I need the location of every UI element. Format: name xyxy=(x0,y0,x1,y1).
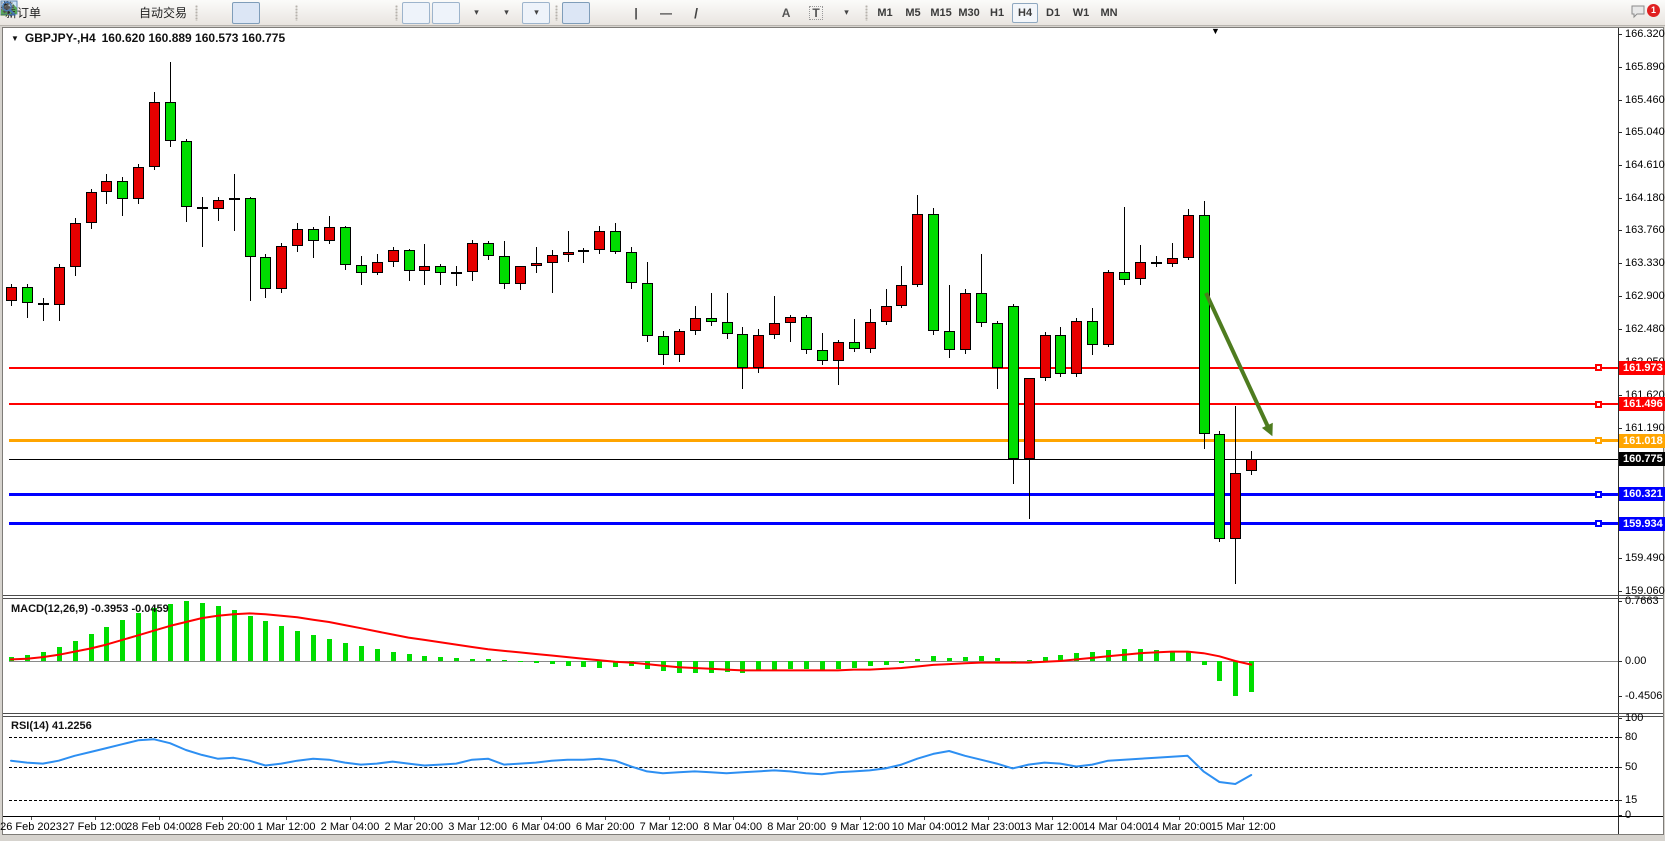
text-tool-icon: A xyxy=(782,6,791,20)
search-icon xyxy=(0,0,16,16)
timeframe-button-h1[interactable]: H1 xyxy=(984,3,1010,23)
notification-badge: 1 xyxy=(1647,4,1660,17)
arrow-annotation[interactable] xyxy=(1206,293,1269,429)
toolbar-grip xyxy=(863,5,869,21)
chart-lines-overlay xyxy=(3,28,1663,834)
trendline-button[interactable]: / xyxy=(682,2,710,24)
symbol-period-label: GBPJPY-,H4 xyxy=(25,31,96,45)
timeframe-button-mn[interactable]: MN xyxy=(1096,3,1122,23)
toolbar-grip xyxy=(553,5,559,21)
equidistant-channel-button[interactable]: E xyxy=(712,2,740,24)
line-chart-button[interactable] xyxy=(262,2,290,24)
timeframe-button-m5[interactable]: M5 xyxy=(900,3,926,23)
rsi-line xyxy=(11,739,1251,784)
zoom-out-button[interactable] xyxy=(332,2,360,24)
window-menu-icon[interactable]: ▼ xyxy=(11,34,19,43)
tile-windows-button[interactable] xyxy=(362,2,390,24)
chart-window[interactable]: ▼ GBPJPY-,H4 160.620 160.889 160.573 160… xyxy=(2,27,1664,835)
auto-scroll-button[interactable] xyxy=(402,2,430,24)
chat-bubble-icon xyxy=(1630,3,1647,19)
scroll-group xyxy=(401,1,461,25)
timeframe-button-h4[interactable]: H4 xyxy=(1012,3,1038,23)
arrows-button[interactable]: ▾ xyxy=(832,2,860,24)
timeframe-button-d1[interactable]: D1 xyxy=(1040,3,1066,23)
text-label-button[interactable]: T xyxy=(802,2,830,24)
toolbar-grip xyxy=(193,5,199,21)
chart-canvas[interactable]: 166.320165.890165.460165.040164.610164.1… xyxy=(3,28,1663,834)
new-objects-group: ▾ ▾ ▾ xyxy=(461,1,551,25)
macd-label: MACD(12,26,9) -0.3953 -0.0459 xyxy=(11,603,169,615)
chart-title: ▼ GBPJPY-,H4 160.620 160.889 160.573 160… xyxy=(11,31,285,45)
chevron-down-icon: ▾ xyxy=(844,7,849,18)
alerts-button[interactable] xyxy=(106,2,134,24)
cursor-button[interactable] xyxy=(562,2,590,24)
timeframe-button-m1[interactable]: M1 xyxy=(872,3,898,23)
price-tag: 161.496 xyxy=(1619,397,1665,411)
timeframes-group: M1M5M15M30H1H4D1W1MN xyxy=(871,1,1123,25)
timeframe-button-w1[interactable]: W1 xyxy=(1068,3,1094,23)
toolbar-grip xyxy=(293,5,299,21)
candlestick-chart-button[interactable] xyxy=(232,2,260,24)
notifications-button[interactable]: 1 xyxy=(1629,2,1657,24)
autotrading-label: 自动交易 xyxy=(139,4,187,21)
trendline-icon: / xyxy=(694,5,698,21)
fibonacci-button[interactable]: F xyxy=(742,2,770,24)
price-tag: 161.973 xyxy=(1619,361,1665,375)
price-tag: 160.321 xyxy=(1619,487,1665,501)
bar-chart-button[interactable] xyxy=(202,2,230,24)
text-label-icon: T xyxy=(809,6,822,20)
periods-button[interactable]: ▾ xyxy=(492,2,520,24)
chevron-down-icon: ▾ xyxy=(504,7,509,18)
chevron-down-icon: ▾ xyxy=(474,7,479,18)
macd-signal-line xyxy=(11,613,1251,670)
vertical-line-icon: | xyxy=(634,6,637,20)
chart-type-group xyxy=(201,1,291,25)
toolbar: 新订单 自动交易 xyxy=(0,0,1665,26)
objects-group: | — / E F A T ▾ xyxy=(561,1,861,25)
price-tag: 159.934 xyxy=(1619,517,1665,531)
trade-group: 新订单 自动交易 xyxy=(0,1,191,25)
vertical-line-button[interactable]: | xyxy=(622,2,650,24)
crosshair-button[interactable] xyxy=(592,2,620,24)
chart-shift-button[interactable] xyxy=(432,2,460,24)
text-button[interactable]: A xyxy=(772,2,800,24)
ohlc-values: 160.620 160.889 160.573 160.775 xyxy=(102,31,286,45)
timeframe-button-m15[interactable]: M15 xyxy=(928,3,954,23)
metaeditor-button[interactable] xyxy=(46,2,74,24)
rsi-label: RSI(14) 41.2256 xyxy=(11,720,92,732)
price-tag: 160.775 xyxy=(1619,452,1665,466)
new-chart-button[interactable]: ▾ xyxy=(462,2,490,24)
search-button[interactable] xyxy=(1598,2,1626,24)
strategy-tester-button[interactable] xyxy=(76,2,104,24)
price-tag: 161.018 xyxy=(1619,434,1665,448)
toolbar-grip xyxy=(393,5,399,21)
templates-button[interactable]: ▾ xyxy=(522,2,550,24)
horizontal-line-button[interactable]: — xyxy=(652,2,680,24)
horizontal-line-icon: — xyxy=(660,6,672,20)
zoom-in-button[interactable] xyxy=(302,2,330,24)
autotrading-button[interactable]: 自动交易 xyxy=(136,2,190,24)
chevron-down-icon: ▾ xyxy=(534,7,539,18)
timeframe-button-m30[interactable]: M30 xyxy=(956,3,982,23)
zoom-group xyxy=(301,1,391,25)
